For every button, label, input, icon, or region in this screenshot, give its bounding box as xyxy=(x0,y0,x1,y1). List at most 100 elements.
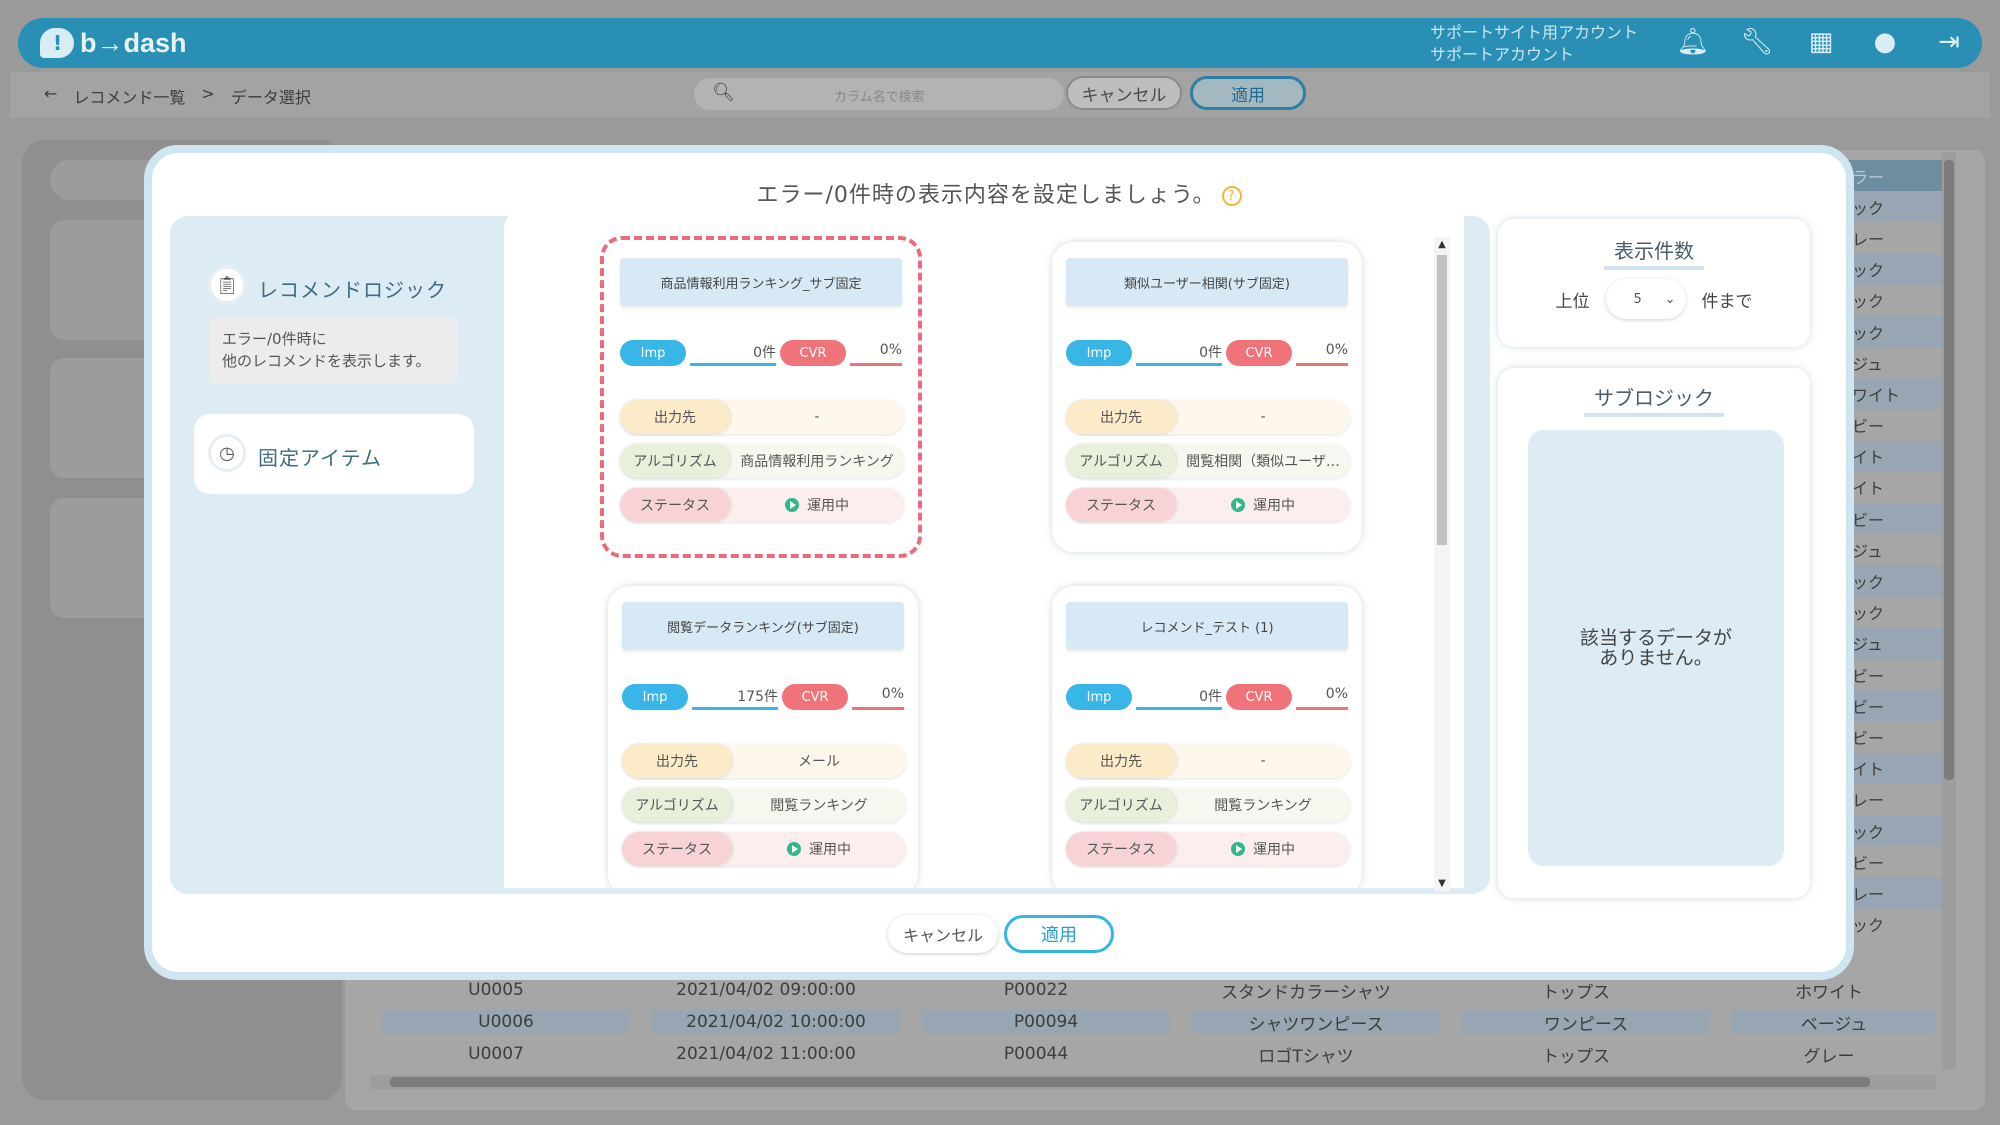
clipboard-icon: 📋︎ xyxy=(208,266,246,304)
imp-value: 0件 xyxy=(1136,686,1222,710)
sublogic-dropzone[interactable]: 該当するデータが ありません。 xyxy=(1528,430,1784,866)
algorithm-value: 閲覧ランキング xyxy=(770,798,868,814)
table-cell: ベージュ xyxy=(1732,1010,1936,1035)
scrollbar-thumb[interactable] xyxy=(1437,255,1447,545)
sublogic-title-wrap: サブロジック xyxy=(1498,382,1810,417)
table-cell: 2021/04/02 09:00:00 xyxy=(676,980,856,1000)
table-cell: ジュ xyxy=(1848,627,1942,659)
output-label: 出力先 xyxy=(1066,400,1176,434)
table-cell: ビー xyxy=(1852,728,1885,748)
status-row: ステータス 運用中 xyxy=(1066,832,1350,866)
display-count-box: 表示件数 上位 5 ⌄ 件まで xyxy=(1498,219,1810,347)
sub-toolbar: ← レコメンド一覧 > データ選択 🔍︎ カラム名で検索 キャンセル 適用 xyxy=(10,72,1990,118)
recommend-card[interactable]: 商品情報利用ランキング_サブ固定 Imp 0件 CVR 0% 出力先 - アルゴリズム 商品情報… xyxy=(600,236,922,558)
scrollbar-thumb[interactable] xyxy=(1944,160,1954,780)
chat-icon[interactable]: ● xyxy=(1870,26,1900,58)
output-value: - xyxy=(814,409,820,425)
table-cell: ワイト xyxy=(1848,378,1942,410)
logout-icon[interactable]: ⇥ xyxy=(1934,26,1964,58)
table-cell: ワンピース xyxy=(1462,1010,1710,1035)
scroll-down-icon[interactable]: ▼ xyxy=(1437,878,1447,889)
background-color-column: ラー ック レー ック ック ック ジュ ワイト ビー イト イト ビー ジュ ック ック ジュ ビー ビー ビーイ… xyxy=(1848,160,1942,940)
status-row: ステータス 運用中 xyxy=(622,832,906,866)
table-cell: ック xyxy=(1848,315,1942,348)
sublogic-title: サブロジック xyxy=(1584,382,1724,417)
breadcrumb: ← レコメンド一覧 > データ選択 xyxy=(44,84,311,108)
account-info[interactable]: サポートサイト用アカウント サポートアカウント xyxy=(1430,22,1638,66)
background-vertical-scrollbar[interactable] xyxy=(1942,152,1956,1070)
output-row: 出力先 - xyxy=(620,400,904,434)
table-cell: トップス xyxy=(1542,1046,1610,1067)
output-value: - xyxy=(1260,409,1266,425)
card-title: 閲覧データランキング(サブ固定) xyxy=(622,602,904,650)
modal-cancel-button[interactable]: キャンセル xyxy=(888,915,998,953)
algorithm-label: アルゴリズム xyxy=(1066,444,1176,478)
tab-fixed-item[interactable]: ◷ 固定アイテム xyxy=(194,414,474,494)
description-line-2: 他のレコメンドを表示します。 xyxy=(222,352,431,370)
cvr-badge: CVR xyxy=(780,340,846,366)
scroll-up-icon[interactable]: ▲ xyxy=(1437,239,1447,250)
algorithm-row: アルゴリズム 閲覧ランキング xyxy=(1066,788,1350,822)
logo[interactable]: b→dash xyxy=(40,26,187,60)
table-cell: ビー xyxy=(1848,503,1942,535)
display-count-select[interactable]: 5 ⌄ xyxy=(1606,279,1686,319)
sublogic-box: サブロジック 該当するデータが ありません。 xyxy=(1498,368,1810,898)
card-title: 類似ユーザー相関(サブ固定) xyxy=(1066,258,1348,306)
breadcrumb-data-select: データ選択 xyxy=(230,88,311,107)
header-apply-button[interactable]: 適用 xyxy=(1190,76,1306,110)
scrollbar-thumb[interactable] xyxy=(390,1077,1870,1087)
status-value-wrap: 運用中 xyxy=(730,488,904,522)
cvr-badge: CVR xyxy=(1226,340,1292,366)
search-icon: 🔍︎ xyxy=(712,82,735,103)
grid-icon[interactable]: ▦ xyxy=(1806,26,1836,58)
search-placeholder: カラム名で検索 xyxy=(834,90,925,105)
recommend-card[interactable]: 類似ユーザー相関(サブ固定) Imp 0件 CVR 0% 出力先 - アルゴリズム 閲覧相関（類… xyxy=(1052,242,1362,552)
status-value-wrap: 運用中 xyxy=(1176,832,1350,866)
algorithm-value: 閲覧ランキング xyxy=(1214,798,1312,814)
breadcrumb-recommend-list[interactable]: レコメンド一覧 xyxy=(73,84,185,108)
cvr-value: 0% xyxy=(852,686,904,710)
table-cell: ック xyxy=(1848,814,1942,847)
status-label: ステータス xyxy=(1066,488,1176,522)
tab-fixed-item-label: 固定アイテム xyxy=(258,446,382,470)
back-arrow-icon[interactable]: ← xyxy=(44,84,57,108)
imp-badge: Imp xyxy=(1066,340,1132,366)
cards-scrollbar[interactable]: ▲ ▼ xyxy=(1434,237,1450,891)
header-cancel-button[interactable]: キャンセル xyxy=(1066,76,1182,110)
cvr-badge: CVR xyxy=(782,684,848,710)
output-value: メール xyxy=(798,754,840,770)
table-cell: ック xyxy=(1848,565,1942,597)
status-value-wrap: 運用中 xyxy=(732,832,906,866)
cvr-badge: CVR xyxy=(1226,684,1292,710)
table-cell: ビー xyxy=(1852,853,1885,873)
play-icon xyxy=(785,498,799,512)
wrench-icon[interactable]: 🔧︎ xyxy=(1741,26,1774,58)
tab-recommend-logic[interactable]: 📋︎ レコメンドロジック エラー/0件時に 他のレコメンドを表示します。 xyxy=(194,250,464,402)
help-icon[interactable]: ? xyxy=(1221,186,1242,206)
display-count-title-wrap: 表示件数 xyxy=(1498,235,1810,270)
algorithm-label: アルゴリズム xyxy=(622,788,732,822)
algorithm-row: アルゴリズム 商品情報利用ランキング xyxy=(620,444,904,478)
background-horizontal-scrollbar[interactable] xyxy=(370,1075,1936,1089)
app-header: b→dash サポートサイト用アカウント サポートアカウント 🔔︎ 🔧︎ ▦ ●… xyxy=(18,18,1982,68)
table-cell: ホワイト xyxy=(1795,982,1863,1003)
recommend-card[interactable]: レコメンド_テスト (1) Imp 0件 CVR 0% 出力先 - アルゴリズム 閲覧ランキング… xyxy=(1052,586,1362,888)
table-cell: グレー xyxy=(1803,1046,1855,1067)
table-cell: ック xyxy=(1852,292,1885,312)
empty-message-line-2: ありません。 xyxy=(1599,647,1713,669)
table-cell: レー xyxy=(1852,791,1885,811)
table-cell: ック xyxy=(1852,916,1885,936)
imp-value: 175件 xyxy=(692,686,778,710)
display-count-suffix: 件まで xyxy=(1701,291,1753,312)
recommend-card[interactable]: 閲覧データランキング(サブ固定) Imp 175件 CVR 0% 出力先 メール アルゴリズム… xyxy=(608,586,918,888)
column-search-input[interactable]: 🔍︎ カラム名で検索 xyxy=(694,78,1064,110)
table-cell: ック xyxy=(1848,253,1942,285)
table-cell: ビー xyxy=(1848,690,1942,722)
empty-message-line-1: 該当するデータが xyxy=(1579,627,1732,649)
modal-apply-button[interactable]: 適用 xyxy=(1004,915,1114,953)
output-label: 出力先 xyxy=(620,400,730,434)
recommend-cards-list: 商品情報利用ランキング_サブ固定 Imp 0件 CVR 0% 出力先 - アルゴリズム 商品情報… xyxy=(504,210,1464,888)
display-count-prefix: 上位 xyxy=(1555,291,1590,312)
bell-icon[interactable]: 🔔︎ xyxy=(1677,26,1710,58)
cvr-value: 0% xyxy=(850,342,902,366)
